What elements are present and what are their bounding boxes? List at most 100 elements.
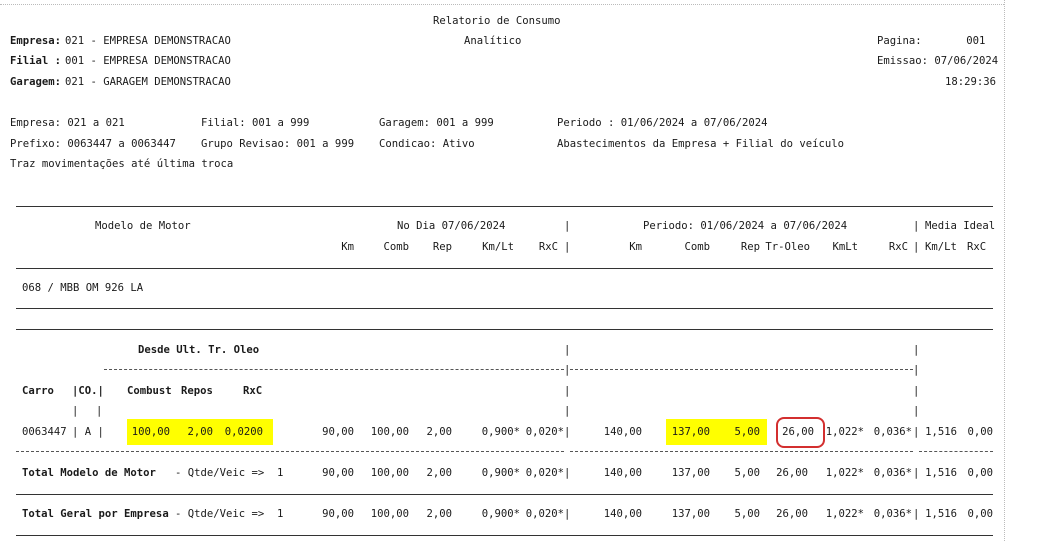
total-geral-label: Total Geral por Empresa [22, 508, 169, 520]
empresa-value: 021 - EMPRESA DEMONSTRACAO [65, 35, 231, 47]
total-modelo-per-rep: 5,00 [734, 467, 760, 479]
total-modelo-dia-kmlt: 0,900* [481, 467, 520, 479]
filter-periodo: Periodo : 01/06/2024 a 07/06/2024 [557, 117, 768, 129]
total-modelo-dia-rep: 2,00 [426, 467, 452, 479]
filter-condicao: Condicao: Ativo [379, 138, 475, 150]
filial-label: Filial : [10, 55, 62, 67]
row-per-kmlt: 1,022* [825, 426, 864, 438]
filter-empresa: Empresa: 021 a 021 [10, 117, 125, 129]
row-dia-rep: 2,00 [426, 426, 452, 438]
col-per-comb: Comb [684, 241, 710, 253]
col-separator: | [564, 426, 571, 438]
row-rxc: 0,0200 [224, 426, 263, 438]
col-separator: | [913, 385, 920, 397]
row-dia-comb: 100,00 [370, 426, 409, 438]
total-geral-dia-kmlt: 0,900* [481, 508, 520, 520]
section-rule [16, 329, 993, 330]
total-modelo-dia-comb: 100,00 [370, 467, 409, 479]
row-carro: 0063447 [22, 426, 67, 438]
total-geral-per-troleo: 26,00 [776, 508, 808, 520]
page-right-border [1004, 0, 1005, 541]
row-dia-kmlt: 0,900* [481, 426, 520, 438]
total-geral-dia-rep: 2,00 [426, 508, 452, 520]
col-media-ideal: Media Ideal [925, 220, 996, 232]
col-per-km: Km [629, 241, 642, 253]
filter-abastecimentos: Abastecimentos da Empresa + Filial do ve… [557, 138, 845, 150]
garagem-label: Garagem: [10, 76, 62, 88]
total-geral-dia-km: 90,00 [322, 508, 354, 520]
dash-rule-left [104, 369, 564, 370]
row-per-km: 140,00 [603, 426, 642, 438]
group-label: 068 / MBB OM 926 LA [22, 282, 144, 294]
subheader-desde: Desde Ult. Tr. Oleo [138, 344, 260, 356]
filter-filial: Filial: 001 a 999 [201, 117, 310, 129]
col-media-rxc: RxC [967, 241, 987, 253]
filter-prefixo: Prefixo: 0063447 a 0063447 [10, 138, 176, 150]
col-separator: | [913, 344, 920, 356]
total-geral-media-kmlt: 1,516 [925, 508, 957, 520]
col-separator: | [564, 385, 571, 397]
total-geral-per-rxc: 0,036* [873, 508, 912, 520]
row-per-comb: 137,00 [671, 426, 710, 438]
group-rule [16, 308, 993, 309]
col-media-kmlt: Km/Lt [925, 241, 957, 253]
col-per-rxc: RxC [888, 241, 908, 253]
total-modelo-per-troleo: 26,00 [776, 467, 808, 479]
col-separator: | [913, 405, 920, 417]
total-geral-qtde: - Qtde/Veic => 1 [175, 508, 284, 520]
subheader-rxc: RxC [243, 385, 263, 397]
col-separator: | [564, 405, 571, 417]
pagina-text: Pagina: 001 [877, 35, 986, 47]
subheader-combust: Combust [127, 385, 172, 397]
empresa-label: Empresa: [10, 35, 62, 47]
row-dia-km: 90,00 [322, 426, 354, 438]
total-geral-dia-rxc: 0,020* [525, 508, 564, 520]
col-separator: | [72, 405, 79, 417]
col-no-dia: No Dia 07/06/2024 [397, 220, 506, 232]
page-top-border [0, 4, 1004, 5]
col-separator: | [913, 508, 920, 520]
col-dia-comb: Comb [383, 241, 409, 253]
col-separator: | [96, 405, 103, 417]
col-separator: | [913, 467, 920, 479]
col-periodo: Periodo: 01/06/2024 a 07/06/2024 [643, 220, 848, 232]
col-separator: | [564, 508, 571, 520]
subheader-co: |CO.| [72, 385, 104, 397]
total-modelo-media-rxc: 0,00 [967, 467, 993, 479]
row-per-troleo: 26,00 [782, 426, 814, 438]
row-media-kmlt: 1,516 [925, 426, 957, 438]
total-modelo-media-kmlt: 1,516 [925, 467, 957, 479]
col-separator: | [913, 241, 920, 253]
col-modelo-motor: Modelo de Motor [95, 220, 191, 232]
col-separator: | [913, 220, 920, 232]
total-geral-per-km: 140,00 [603, 508, 642, 520]
col-separator: | [564, 241, 571, 253]
dash-rule-row-mid [570, 451, 913, 452]
total-geral-per-rep: 5,00 [734, 508, 760, 520]
total-modelo-dia-rxc: 0,020* [525, 467, 564, 479]
hora-text: 18:29:36 [945, 76, 997, 88]
row-repos: 2,00 [187, 426, 213, 438]
total-modelo-per-rxc: 0,036* [873, 467, 912, 479]
filial-value: 001 - EMPRESA DEMONSTRACAO [65, 55, 231, 67]
dash-rule-mid [570, 369, 913, 370]
col-separator: | [564, 364, 571, 376]
total-modelo-per-kmlt: 1,022* [825, 467, 864, 479]
col-dia-km: Km [341, 241, 354, 253]
row-media-rxc: 0,00 [967, 426, 993, 438]
header-rule-bottom [16, 268, 993, 269]
row-dia-rxc: 0,020* [525, 426, 564, 438]
total-modelo-per-km: 140,00 [603, 467, 642, 479]
col-separator: | [913, 426, 920, 438]
col-per-troleo: Tr-Oleo [765, 241, 810, 253]
col-separator: | [564, 220, 571, 232]
total-geral-media-rxc: 0,00 [967, 508, 993, 520]
header-rule-top [16, 206, 993, 207]
total-modelo-dia-km: 90,00 [322, 467, 354, 479]
dash-rule-row-right [919, 451, 993, 452]
total-rule [16, 494, 993, 495]
col-separator: | [913, 364, 920, 376]
report-subtitle: Analítico [464, 35, 522, 47]
col-separator: | [564, 467, 571, 479]
col-per-rep: Rep [740, 241, 760, 253]
